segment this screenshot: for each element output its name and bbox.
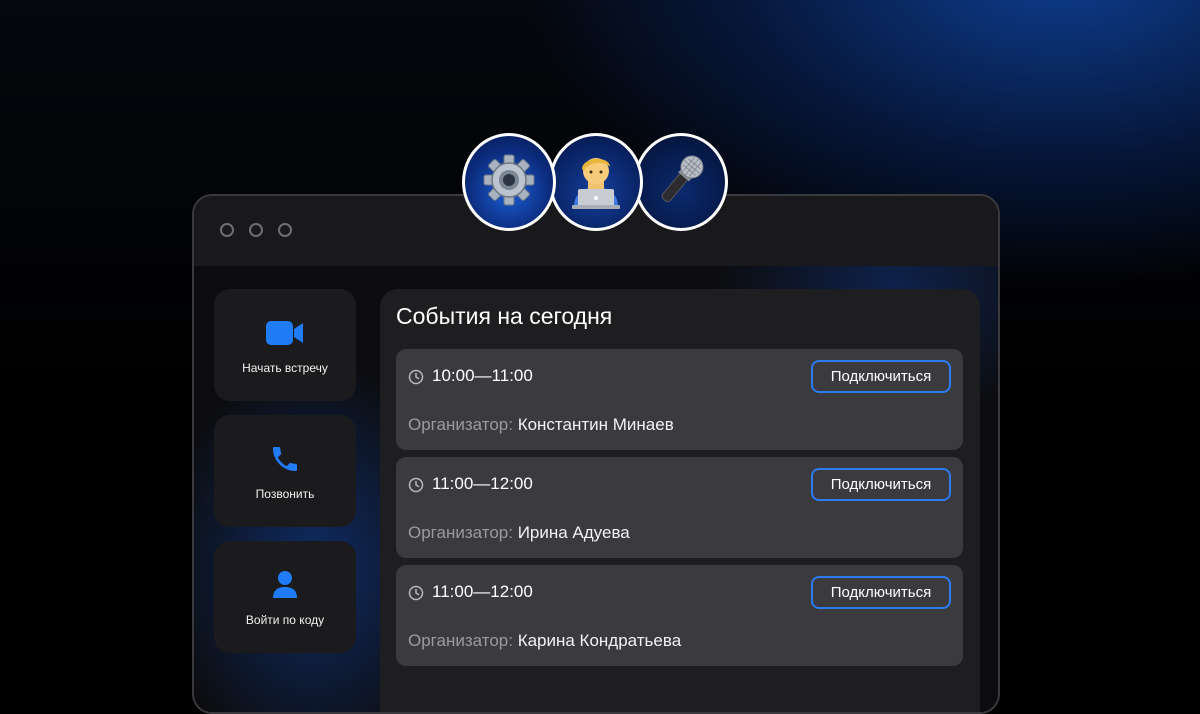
organizer-label: Организатор: xyxy=(408,415,513,434)
organizer-name: Ирина Адуева xyxy=(517,523,630,542)
call-label: Позвонить xyxy=(255,487,315,501)
clock-icon xyxy=(408,585,424,606)
start-meeting-label: Начать встречу xyxy=(242,361,328,375)
organizer-label: Организатор: xyxy=(408,523,513,542)
microphone-icon xyxy=(651,150,711,215)
events-panel-title: События на сегодня xyxy=(396,303,613,329)
join-by-code-label: Войти по коду xyxy=(245,613,325,627)
organizer-label: Организатор: xyxy=(408,631,513,650)
organizer-name: Карина Кондратьева xyxy=(517,631,682,650)
event-organizer: Организатор: Константин Минаев xyxy=(408,415,674,435)
start-meeting-button[interactable]: Начать встречу xyxy=(214,289,356,401)
window-content: Начать встречу Позвонить Войти по коду С… xyxy=(194,266,998,712)
window-control-dot-3[interactable] xyxy=(278,223,292,237)
app-window: Начать встречу Позвонить Войти по коду С… xyxy=(192,194,1000,714)
avatar-developer xyxy=(549,133,643,231)
window-control-dot-1[interactable] xyxy=(220,223,234,237)
clock-icon xyxy=(408,477,424,498)
join-by-code-button[interactable]: Войти по коду xyxy=(214,541,356,653)
join-button[interactable]: Подключиться xyxy=(811,468,951,501)
join-button[interactable]: Подключиться xyxy=(811,576,951,609)
user-icon xyxy=(271,567,299,603)
avatar-microphone xyxy=(634,133,728,231)
event-card: 11:00—12:00 Подключиться Организатор: Ка… xyxy=(396,565,963,666)
call-button[interactable]: Позвонить xyxy=(214,415,356,527)
event-time: 11:00—12:00 xyxy=(432,474,533,493)
organizer-name: Константин Минаев xyxy=(517,415,674,434)
gear-icon xyxy=(480,151,538,214)
events-panel: События на сегодня 10:00—11:00 Подключит… xyxy=(380,289,980,712)
video-camera-icon xyxy=(265,315,305,351)
window-control-dot-2[interactable] xyxy=(249,223,263,237)
event-card: 10:00—11:00 Подключиться Организатор: Ко… xyxy=(396,349,963,450)
developer-with-laptop-icon xyxy=(566,149,626,216)
event-card: 11:00—12:00 Подключиться Организатор: Ир… xyxy=(396,457,963,558)
phone-icon xyxy=(269,441,301,477)
event-time: 10:00—11:00 xyxy=(432,366,533,385)
join-button[interactable]: Подключиться xyxy=(811,360,951,393)
clock-icon xyxy=(408,369,424,390)
event-organizer: Организатор: Ирина Адуева xyxy=(408,523,630,543)
avatar-gear xyxy=(462,133,556,231)
event-organizer: Организатор: Карина Кондратьева xyxy=(408,631,681,651)
event-time: 11:00—12:00 xyxy=(432,582,533,601)
